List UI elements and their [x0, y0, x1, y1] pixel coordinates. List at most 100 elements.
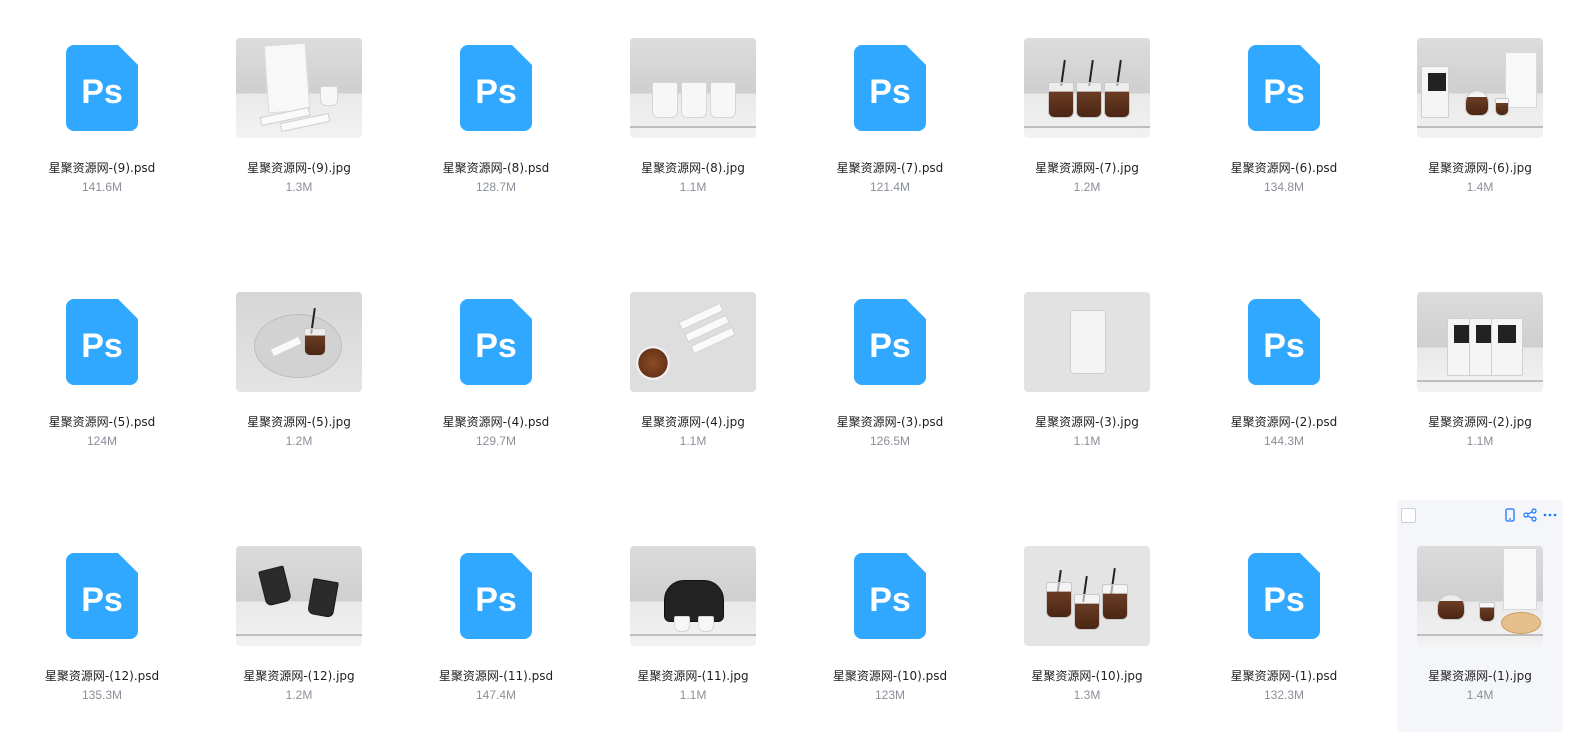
file-size: 128.7M — [475, 180, 517, 194]
cup-shape — [1046, 582, 1072, 618]
coffee-card-mockup-preview — [236, 38, 362, 138]
file-name[interactable]: 星聚资源网-(5).jpg — [216, 413, 382, 430]
photoshop-icon: Ps — [854, 553, 926, 639]
file-name[interactable]: 星聚资源网-(8).jpg — [610, 159, 776, 176]
file-size: 124M — [86, 434, 118, 448]
file-tile[interactable]: Ps 星聚资源网-(5).psd 124M — [19, 254, 185, 480]
file-tile[interactable]: Ps 星聚资源网-(6).psd 134.8M — [1201, 0, 1367, 226]
file-thumbnail: Ps — [827, 38, 953, 138]
file-tile-hovered[interactable]: 星聚资源网-(1).jpg 1.4M — [1397, 500, 1563, 732]
file-tile[interactable]: 星聚资源网-(7).jpg 1.2M — [1004, 0, 1170, 226]
svg-text:Ps: Ps — [1263, 581, 1305, 619]
file-name[interactable]: 星聚资源网-(3).jpg — [1004, 413, 1170, 430]
bag-label-shape — [1428, 73, 1446, 91]
file-name[interactable]: 星聚资源网-(9).jpg — [216, 159, 382, 176]
share-icon[interactable] — [1523, 508, 1537, 522]
file-thumbnail: Ps — [1221, 546, 1347, 646]
file-tile[interactable]: 星聚资源网-(4).jpg 1.1M — [610, 254, 776, 480]
file-tile[interactable]: 星聚资源网-(5).jpg 1.2M — [216, 254, 382, 480]
file-thumbnail — [1024, 38, 1150, 138]
file-tile[interactable]: Ps 星聚资源网-(1).psd 132.3M — [1201, 508, 1367, 734]
photoshop-icon: Ps — [460, 553, 532, 639]
file-name[interactable]: 星聚资源网-(9).psd — [19, 159, 185, 176]
file-thumbnail: Ps — [1221, 38, 1347, 138]
file-thumbnail: Ps — [827, 546, 953, 646]
file-size: 1.1M — [679, 434, 707, 448]
file-thumbnail — [1417, 292, 1543, 392]
tray-iced-cup-preview — [236, 292, 362, 392]
phone-icon[interactable] — [1503, 508, 1517, 522]
file-name[interactable]: 星聚资源网-(7).jpg — [1004, 159, 1170, 176]
svg-text:Ps: Ps — [475, 327, 517, 365]
file-thumbnail: Ps — [433, 38, 559, 138]
cup-shape — [1479, 602, 1495, 622]
coffee-pouch-preview — [1024, 292, 1150, 392]
file-size: 1.1M — [1073, 434, 1101, 448]
file-name[interactable]: 星聚资源网-(2).psd — [1201, 413, 1367, 430]
file-name[interactable]: 星聚资源网-(2).jpg — [1397, 413, 1563, 430]
more-icon[interactable] — [1543, 508, 1557, 522]
file-size: 1.4M — [1466, 688, 1494, 702]
file-size: 129.7M — [475, 434, 517, 448]
select-checkbox[interactable] — [1401, 508, 1416, 523]
cup-shape — [681, 82, 707, 118]
file-tile[interactable]: 星聚资源网-(11).jpg 1.1M — [610, 508, 776, 734]
file-tile[interactable]: Ps 星聚资源网-(8).psd 128.7M — [413, 0, 579, 226]
pouch-shape — [1070, 310, 1106, 374]
file-size: 1.4M — [1466, 180, 1494, 194]
file-size: 134.8M — [1263, 180, 1305, 194]
file-thumbnail — [1024, 292, 1150, 392]
cup-shape — [710, 82, 736, 118]
file-name[interactable]: 星聚资源网-(5).psd — [19, 413, 185, 430]
file-name[interactable]: 星聚资源网-(10).psd — [807, 667, 973, 684]
file-tile[interactable]: 星聚资源网-(2).jpg 1.1M — [1397, 254, 1563, 480]
file-name[interactable]: 星聚资源网-(1).psd — [1201, 667, 1367, 684]
svg-text:Ps: Ps — [1263, 73, 1305, 111]
file-name[interactable]: 星聚资源网-(4).jpg — [610, 413, 776, 430]
file-name[interactable]: 星聚资源网-(4).psd — [413, 413, 579, 430]
cup-shape — [1104, 82, 1130, 118]
bag-shape — [1421, 66, 1449, 118]
file-size: 121.4M — [869, 180, 911, 194]
file-name[interactable]: 星聚资源网-(8).psd — [413, 159, 579, 176]
file-tile[interactable]: Ps 星聚资源网-(3).psd 126.5M — [807, 254, 973, 480]
file-tile[interactable]: Ps 星聚资源网-(12).psd 135.3M — [19, 508, 185, 734]
bag-label-shape — [1498, 325, 1516, 343]
file-tile[interactable]: Ps 星聚资源网-(2).psd 144.3M — [1201, 254, 1367, 480]
file-tile[interactable]: 星聚资源网-(12).jpg 1.2M — [216, 508, 382, 734]
file-thumbnail: Ps — [39, 38, 165, 138]
file-name[interactable]: 星聚资源网-(6).jpg — [1397, 159, 1563, 176]
photoshop-icon: Ps — [1248, 553, 1320, 639]
file-tile[interactable]: 星聚资源网-(9).jpg 1.3M — [216, 0, 382, 226]
file-tile[interactable]: 星聚资源网-(8).jpg 1.1M — [610, 0, 776, 226]
svg-text:Ps: Ps — [869, 327, 911, 365]
file-name[interactable]: 星聚资源网-(12).psd — [19, 667, 185, 684]
file-name[interactable]: 星聚资源网-(11).jpg — [610, 667, 776, 684]
file-tile[interactable]: Ps 星聚资源网-(4).psd 129.7M — [413, 254, 579, 480]
file-tile[interactable]: Ps 星聚资源网-(9).psd 141.6M — [19, 0, 185, 226]
file-name[interactable]: 星聚资源网-(7).psd — [807, 159, 973, 176]
three-paper-cups-preview — [630, 38, 756, 138]
file-tile[interactable]: Ps 星聚资源网-(10).psd 123M — [807, 508, 973, 734]
file-name[interactable]: 星聚资源网-(11).psd — [413, 667, 579, 684]
croissant-shape — [1501, 612, 1541, 634]
file-thumbnail — [236, 546, 362, 646]
file-tile[interactable]: 星聚资源网-(6).jpg 1.4M — [1397, 0, 1563, 226]
file-thumbnail: Ps — [433, 292, 559, 392]
file-name[interactable]: 星聚资源网-(10).jpg — [1004, 667, 1170, 684]
file-tile[interactable]: Ps 星聚资源网-(11).psd 147.4M — [413, 508, 579, 734]
carrier-shape — [664, 580, 724, 622]
coffee-cup-top-shape — [636, 346, 670, 380]
file-name[interactable]: 星聚资源网-(1).jpg — [1397, 667, 1563, 684]
file-name[interactable]: 星聚资源网-(6).psd — [1201, 159, 1367, 176]
file-name[interactable]: 星聚资源网-(3).psd — [807, 413, 973, 430]
card-shape — [1505, 52, 1537, 108]
svg-text:Ps: Ps — [475, 581, 517, 619]
file-tile[interactable]: Ps 星聚资源网-(7).psd 121.4M — [807, 0, 973, 226]
two-dark-cups-preview — [236, 546, 362, 646]
file-tile[interactable]: 星聚资源网-(10).jpg 1.3M — [1004, 508, 1170, 734]
file-tile[interactable]: 星聚资源网-(3).jpg 1.1M — [1004, 254, 1170, 480]
file-size: 1.1M — [679, 180, 707, 194]
file-name[interactable]: 星聚资源网-(12).jpg — [216, 667, 382, 684]
three-iced-cups-preview — [1024, 38, 1150, 138]
